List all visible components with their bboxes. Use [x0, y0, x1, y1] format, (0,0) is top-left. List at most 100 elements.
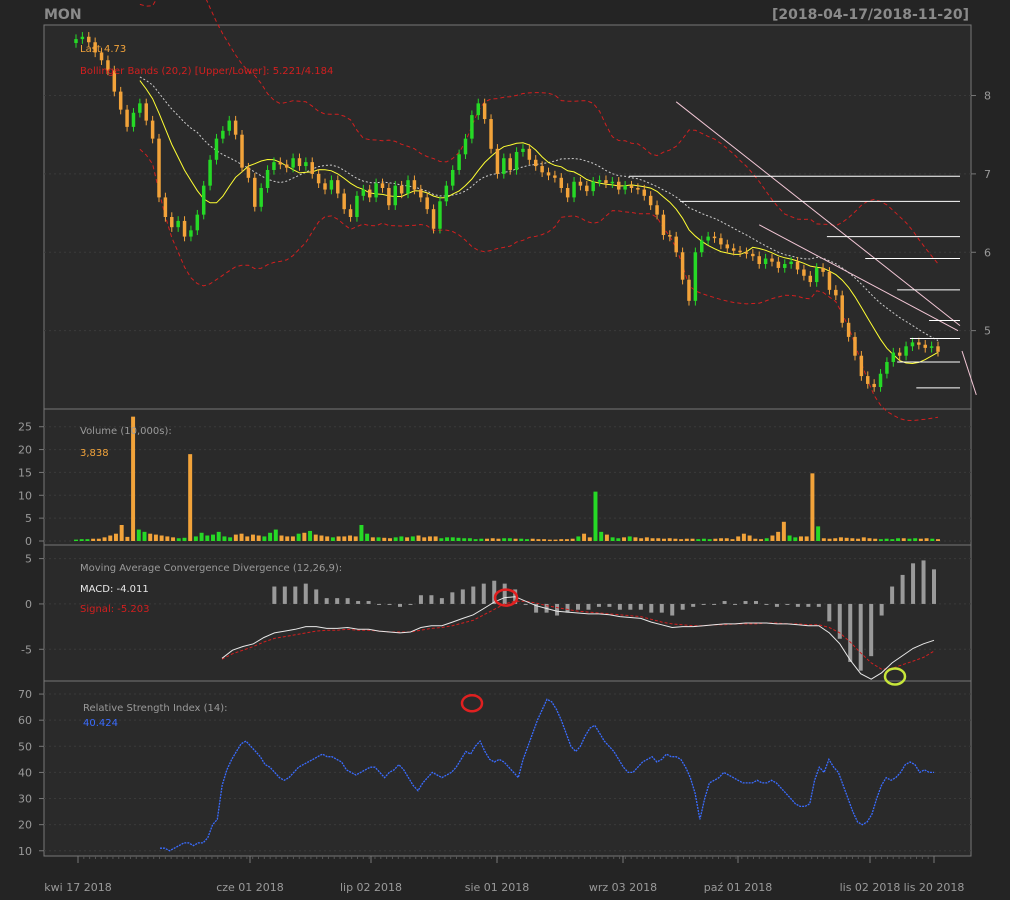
- volume-bar: [650, 538, 655, 541]
- volume-title: Volume (10,000s):: [80, 426, 172, 437]
- volume-bar: [873, 538, 878, 541]
- last-price-legend: Last 4.73: [80, 44, 126, 55]
- macd-histogram-bar: [398, 603, 402, 607]
- volume-bar: [422, 537, 427, 541]
- x-tick-label: lis 20 2018: [904, 881, 965, 894]
- volume-bar: [816, 526, 821, 541]
- macd-histogram-bar: [429, 595, 434, 604]
- candle-body: [80, 36, 85, 40]
- volume-bar: [918, 538, 923, 541]
- candle-body: [508, 158, 512, 170]
- candle-body: [131, 112, 136, 127]
- x-tick-label: wrz 03 2018: [589, 881, 657, 894]
- candle-body: [278, 162, 283, 165]
- macd-histogram-bar: [324, 598, 329, 604]
- macd-tick-label: 0: [25, 598, 32, 611]
- candle-body: [304, 162, 308, 167]
- volume-bar: [273, 529, 278, 541]
- volume-bar: [599, 531, 604, 541]
- volume-bar: [262, 536, 267, 541]
- rsi-value: 40.424: [83, 718, 118, 729]
- volume-bar: [188, 454, 193, 541]
- volume-bar: [136, 529, 141, 541]
- volume-bar: [781, 521, 786, 541]
- candle-body: [846, 322, 851, 337]
- volume-bar: [342, 536, 347, 541]
- macd-histogram-bar: [921, 560, 926, 604]
- price-tick-label: 6: [984, 246, 991, 259]
- candle-body: [917, 342, 921, 345]
- volume-bar: [370, 537, 375, 541]
- candle-body: [310, 162, 314, 174]
- volume-bar: [256, 535, 261, 541]
- candle-body: [163, 197, 168, 217]
- volume-tick-label: 15: [18, 466, 32, 479]
- volume-bar: [96, 538, 101, 541]
- volume-bar: [610, 537, 615, 541]
- volume-bar: [644, 537, 649, 541]
- volume-bar: [582, 533, 587, 541]
- volume-bar: [171, 537, 176, 541]
- macd-histogram-bar: [314, 589, 319, 604]
- macd-histogram-bar: [345, 598, 350, 604]
- macd-histogram-bar: [858, 603, 863, 671]
- candle-body: [406, 180, 410, 194]
- volume-bar: [907, 538, 912, 541]
- price-tick-label: 8: [984, 90, 991, 103]
- candle-body: [374, 183, 378, 198]
- volume-bar: [216, 531, 221, 541]
- macd-histogram-bar: [481, 583, 486, 604]
- candle-body: [387, 188, 391, 206]
- candle-body: [138, 103, 142, 113]
- macd-histogram-bar: [565, 603, 570, 613]
- candle-body: [495, 148, 500, 174]
- macd-histogram-bar: [576, 603, 580, 610]
- volume-bar: [856, 538, 861, 541]
- candle-body: [776, 261, 781, 268]
- candle-body: [553, 175, 557, 178]
- candle-body: [470, 115, 474, 139]
- rsi-tick-label: 40: [18, 766, 32, 779]
- volume-bar: [804, 536, 809, 541]
- volume-bar: [85, 539, 90, 541]
- candle-body: [891, 352, 896, 362]
- candle-body: [342, 193, 346, 210]
- volume-bar: [302, 532, 307, 541]
- volume-bar: [799, 536, 803, 541]
- candle-body: [355, 195, 359, 217]
- volume-bar: [199, 532, 204, 541]
- candle-body: [795, 261, 800, 270]
- volume-bar: [519, 538, 524, 541]
- candle-body: [259, 188, 263, 207]
- macd-histogram-bar: [932, 569, 936, 604]
- volume-bar: [399, 536, 404, 541]
- volume-panel: [43, 408, 972, 546]
- volume-bar: [479, 538, 484, 541]
- volume-bar: [627, 536, 632, 541]
- candle-body: [284, 164, 289, 168]
- candle-body: [712, 236, 717, 239]
- volume-bar: [713, 538, 718, 541]
- volume-bar: [473, 539, 478, 541]
- candle-body: [348, 209, 353, 217]
- candle-body: [604, 180, 608, 184]
- macd-value: MACD: -4.011: [80, 584, 149, 595]
- volume-bar: [793, 537, 798, 541]
- volume-bar: [325, 536, 330, 541]
- volume-bar: [108, 535, 113, 541]
- volume-bar: [290, 536, 295, 541]
- x-tick-label: sie 01 2018: [465, 881, 530, 894]
- volume-bar: [838, 537, 843, 541]
- candle-body: [565, 188, 570, 198]
- macd-tick-label: -5: [21, 643, 32, 656]
- macd-histogram-bar: [460, 589, 465, 604]
- candle-body: [540, 166, 544, 173]
- candle-body: [419, 189, 423, 198]
- candle-body: [693, 252, 698, 301]
- candle-body: [201, 185, 206, 215]
- candle-body: [770, 258, 774, 262]
- volume-bar: [245, 536, 250, 541]
- candle-body: [897, 352, 902, 356]
- candle-body: [457, 154, 461, 170]
- volume-bar: [359, 525, 364, 541]
